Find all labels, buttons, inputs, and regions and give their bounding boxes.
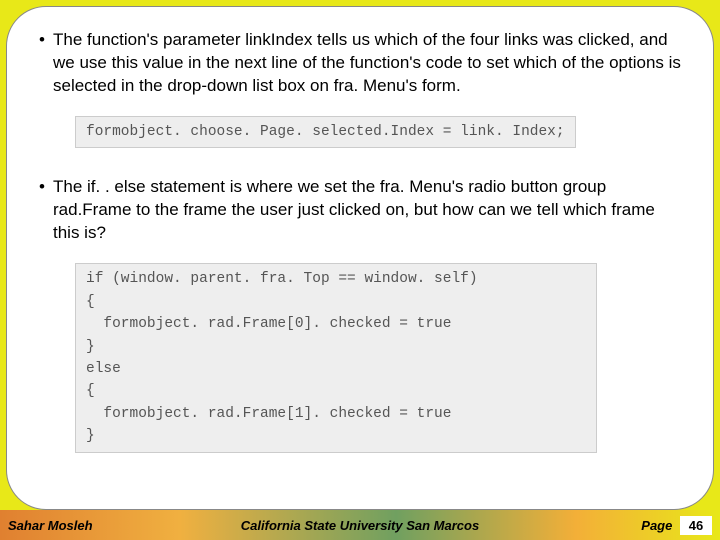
bullet-1-text: The function's parameter linkIndex tells… <box>53 30 681 95</box>
bullet-2-text: The if. . else statement is where we set… <box>53 177 655 242</box>
bullet-2: •The if. . else statement is where we se… <box>35 176 685 245</box>
bullet-dot: • <box>39 176 53 199</box>
code-snippet-1: formobject. choose. Page. selected.Index… <box>75 116 576 148</box>
bullet-dot: • <box>39 29 53 52</box>
footer-author: Sahar Mosleh <box>8 518 93 533</box>
slide-footer: Sahar Mosleh California State University… <box>0 510 720 540</box>
bullet-1: •The function's parameter linkIndex tell… <box>35 29 685 98</box>
footer-page-label: Page <box>641 518 672 533</box>
slide-card: •The function's parameter linkIndex tell… <box>6 6 714 510</box>
footer-page: Page 46 <box>641 516 712 535</box>
footer-institution: California State University San Marcos <box>241 518 479 533</box>
footer-page-number: 46 <box>680 516 712 535</box>
code-snippet-2: if (window. parent. fra. Top == window. … <box>75 263 597 453</box>
